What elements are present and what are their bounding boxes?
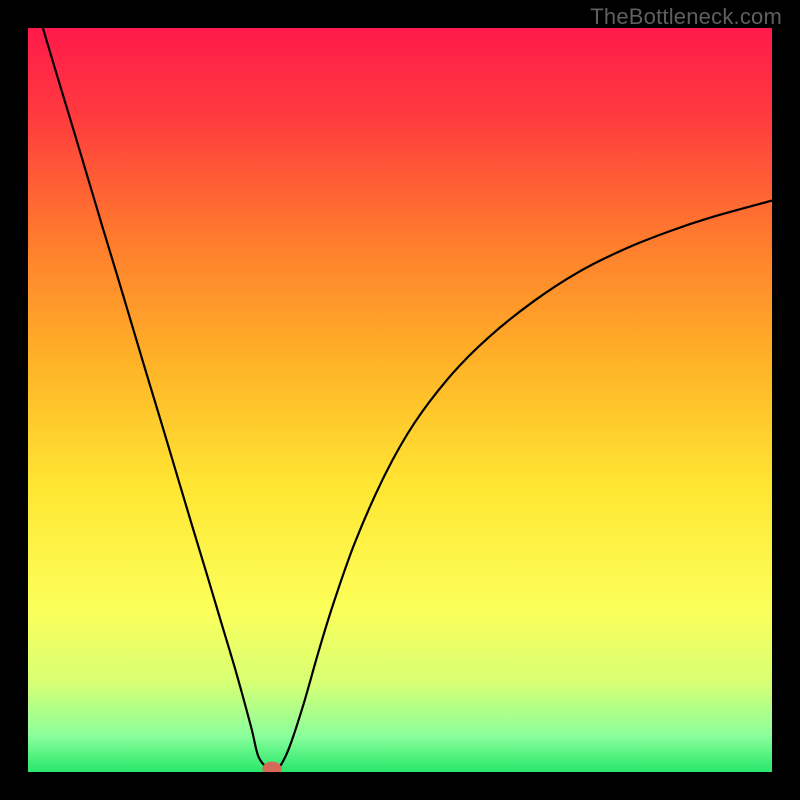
chart-svg [28,28,772,772]
watermark-text: TheBottleneck.com [590,4,782,30]
plot-area [28,28,772,772]
gradient-background [28,28,772,772]
chart-frame: TheBottleneck.com [0,0,800,800]
